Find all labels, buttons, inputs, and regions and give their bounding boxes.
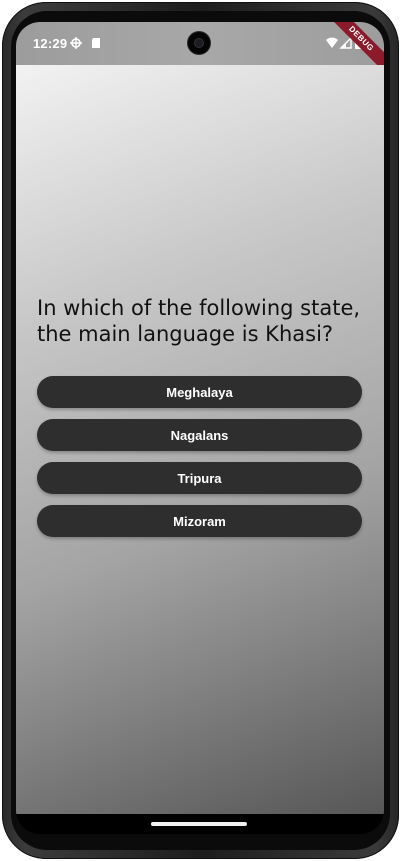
- status-bar: 12:29 DEBUG: [16, 22, 384, 76]
- option-button-mizoram[interactable]: Mizoram: [37, 505, 362, 537]
- option-button-meghalaya[interactable]: Meghalaya: [37, 376, 362, 408]
- home-indicator[interactable]: [151, 822, 247, 826]
- option-button-nagalans[interactable]: Nagalans: [37, 419, 362, 451]
- crosshair-icon: [70, 37, 82, 49]
- front-camera: [188, 32, 210, 54]
- option-button-tripura[interactable]: Tripura: [37, 462, 362, 494]
- phone-screen: 12:29 DEBUG In which of the following st…: [16, 22, 384, 834]
- status-time: 12:29: [33, 36, 68, 51]
- navigation-bar: [16, 814, 384, 834]
- sd-card-icon: [92, 38, 100, 48]
- quiz-screen: In which of the following state, the mai…: [16, 65, 384, 814]
- question-text: In which of the following state, the mai…: [37, 296, 361, 346]
- wifi-icon: [326, 37, 338, 48]
- signal-icon: [339, 36, 352, 49]
